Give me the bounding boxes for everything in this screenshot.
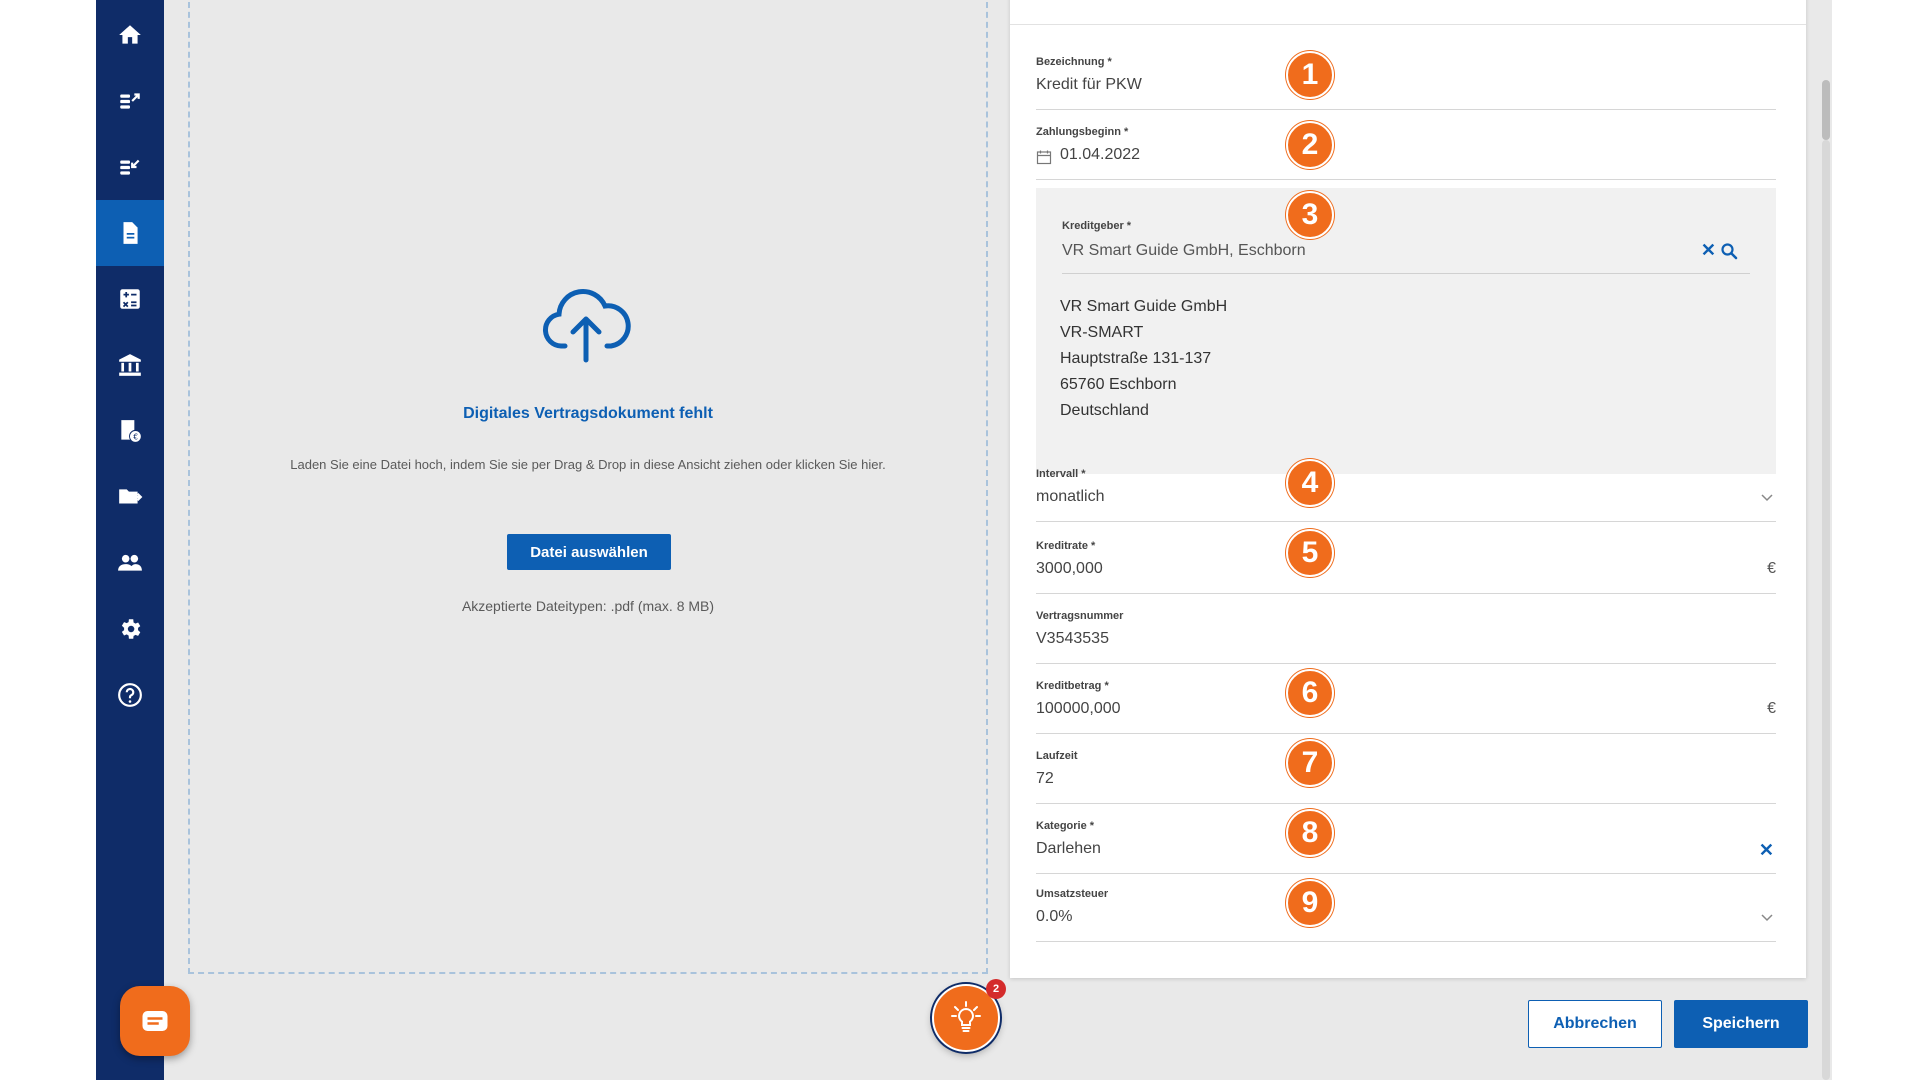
field-label: Kreditrate * [1036, 540, 1096, 552]
step-marker: 4 [1286, 459, 1334, 507]
sidebar-item-help[interactable] [96, 662, 164, 728]
zahlungsbeginn-field[interactable]: Zahlungsbeginn * 01.04.2022 [1036, 118, 1776, 180]
sidebar-item-receipts[interactable]: € [96, 398, 164, 464]
address-line: VR-SMART [1060, 324, 1144, 341]
coins-out-icon [120, 93, 140, 109]
step-marker: 8 [1286, 809, 1334, 857]
field-label: Umsatzsteuer [1036, 888, 1109, 900]
upload-dropzone[interactable]: Digitales Vertragsdokument fehlt Laden S… [188, 0, 988, 974]
address-line: Deutschland [1060, 402, 1149, 419]
field-label: Kreditgeber * [1062, 220, 1132, 232]
currency-unit: € [1767, 560, 1776, 577]
field-value[interactable]: 3000,000 [1036, 560, 1103, 578]
step-marker: 7 [1286, 739, 1334, 787]
field-label: Bezeichnung * [1036, 56, 1112, 68]
field-value[interactable]: 100000,000 [1036, 700, 1121, 718]
lightbulb-icon [951, 1001, 981, 1032]
lender-address: VR Smart Guide GmbH VR-SMART Hauptstraße… [1060, 294, 1227, 424]
clear-icon[interactable]: ✕ [1701, 240, 1716, 261]
address-line: VR Smart Guide GmbH [1060, 298, 1228, 315]
app-window: € Digitales Vertragsdokument fehlt Laden… [96, 0, 1832, 1080]
field-value[interactable]: 72 [1036, 770, 1054, 788]
sidebar-item-home[interactable] [96, 2, 164, 68]
chat-button[interactable] [120, 986, 190, 1056]
field-label: Kategorie * [1036, 820, 1095, 832]
scrollbar-track[interactable] [1822, 140, 1830, 1080]
laufzeit-field[interactable]: Laufzeit 72 [1036, 742, 1776, 804]
vertragsnummer-field[interactable]: Vertragsnummer V3543535 [1036, 602, 1776, 664]
sidebar-item-contracts[interactable] [96, 200, 164, 266]
field-value[interactable]: 0.0% [1036, 908, 1072, 926]
field-value[interactable]: monatlich [1036, 488, 1104, 506]
field-value[interactable]: 01.04.2022 [1060, 146, 1140, 164]
sidebar-item-settings[interactable] [96, 596, 164, 662]
address-line: 65760 Eschborn [1060, 376, 1177, 393]
step-marker: 2 [1286, 121, 1334, 169]
sidebar: € [96, 0, 164, 1080]
notification-badge: 2 [986, 979, 1006, 999]
field-label: Kreditbetrag * [1036, 680, 1109, 692]
step-marker: 3 [1286, 191, 1334, 239]
contract-form: Bezeichnung * Kredit für PKW Zahlungsbeg… [1010, 0, 1806, 978]
lender-actions: ✕ [1701, 240, 1738, 261]
step-marker: 6 [1286, 669, 1334, 717]
field-label: Intervall * [1036, 468, 1086, 480]
chat-icon [142, 1011, 168, 1031]
folder-export-icon [119, 489, 143, 504]
sidebar-item-expenses[interactable] [96, 68, 164, 134]
field-value[interactable]: Kredit für PKW [1036, 76, 1142, 94]
save-button[interactable]: Speichern [1674, 1000, 1808, 1048]
sidebar-item-calculator[interactable] [96, 266, 164, 332]
currency-unit: € [1767, 700, 1776, 717]
sidebar-item-users[interactable] [96, 530, 164, 596]
umsatzsteuer-select[interactable]: Umsatzsteuer 0.0% [1036, 880, 1776, 942]
dropzone-instructions: Laden Sie eine Datei hoch, indem Sie sie… [290, 457, 886, 472]
kreditbetrag-field[interactable]: Kreditbetrag * 100000,000 € [1036, 672, 1776, 734]
address-line: Hauptstraße 131-137 [1060, 350, 1212, 367]
chevron-down-icon[interactable] [1760, 490, 1774, 504]
step-marker: 5 [1286, 529, 1334, 577]
kategorie-field[interactable]: Kategorie * Darlehen ✕ [1036, 812, 1776, 874]
coins-in-icon [120, 159, 140, 175]
field-label: Laufzeit [1036, 750, 1078, 762]
clear-icon[interactable]: ✕ [1759, 840, 1774, 861]
kreditgeber-field[interactable]: Kreditgeber * VR Smart Guide GmbH, Eschb… [1062, 212, 1750, 274]
chevron-down-icon[interactable] [1760, 910, 1774, 924]
home-icon [119, 25, 141, 44]
lender-section: Kreditgeber * VR Smart Guide GmbH, Eschb… [1036, 188, 1776, 474]
intervall-select[interactable]: Intervall * monatlich [1036, 460, 1776, 522]
calendar-icon[interactable] [1036, 149, 1052, 165]
header-divider [1010, 24, 1806, 25]
search-icon[interactable] [1720, 242, 1738, 260]
field-value[interactable]: V3543535 [1036, 630, 1109, 648]
sidebar-item-income[interactable] [96, 134, 164, 200]
sidebar-item-export[interactable] [96, 464, 164, 530]
field-value[interactable]: VR Smart Guide GmbH, Eschborn [1062, 242, 1306, 260]
bezeichnung-field[interactable]: Bezeichnung * Kredit für PKW [1036, 48, 1776, 110]
document-icon [123, 222, 138, 244]
gear-icon [121, 619, 141, 639]
field-label: Zahlungsbeginn * [1036, 126, 1129, 138]
accepted-file-types: Akzeptierte Dateitypen: .pdf (max. 8 MB) [461, 598, 715, 614]
step-marker: 1 [1286, 51, 1334, 99]
dropzone-title: Digitales Vertragsdokument fehlt [463, 405, 713, 422]
cancel-button[interactable]: Abbrechen [1528, 1000, 1662, 1048]
field-value[interactable]: Darlehen [1036, 840, 1101, 858]
select-file-button[interactable]: Datei auswählen [507, 534, 671, 570]
scrollbar-thumb[interactable] [1822, 80, 1830, 140]
people-icon [118, 554, 142, 571]
receipt-icon: € [121, 420, 141, 442]
cloud-upload-icon [542, 289, 631, 363]
sidebar-item-bank[interactable] [96, 332, 164, 398]
bank-icon [119, 354, 141, 376]
calculator-icon [120, 289, 140, 309]
field-label: Vertragsnummer [1036, 610, 1124, 622]
help-icon [118, 683, 142, 707]
step-marker: 9 [1286, 879, 1334, 927]
svg-text:€: € [133, 433, 138, 442]
kreditrate-field[interactable]: Kreditrate * 3000,000 € [1036, 532, 1776, 594]
